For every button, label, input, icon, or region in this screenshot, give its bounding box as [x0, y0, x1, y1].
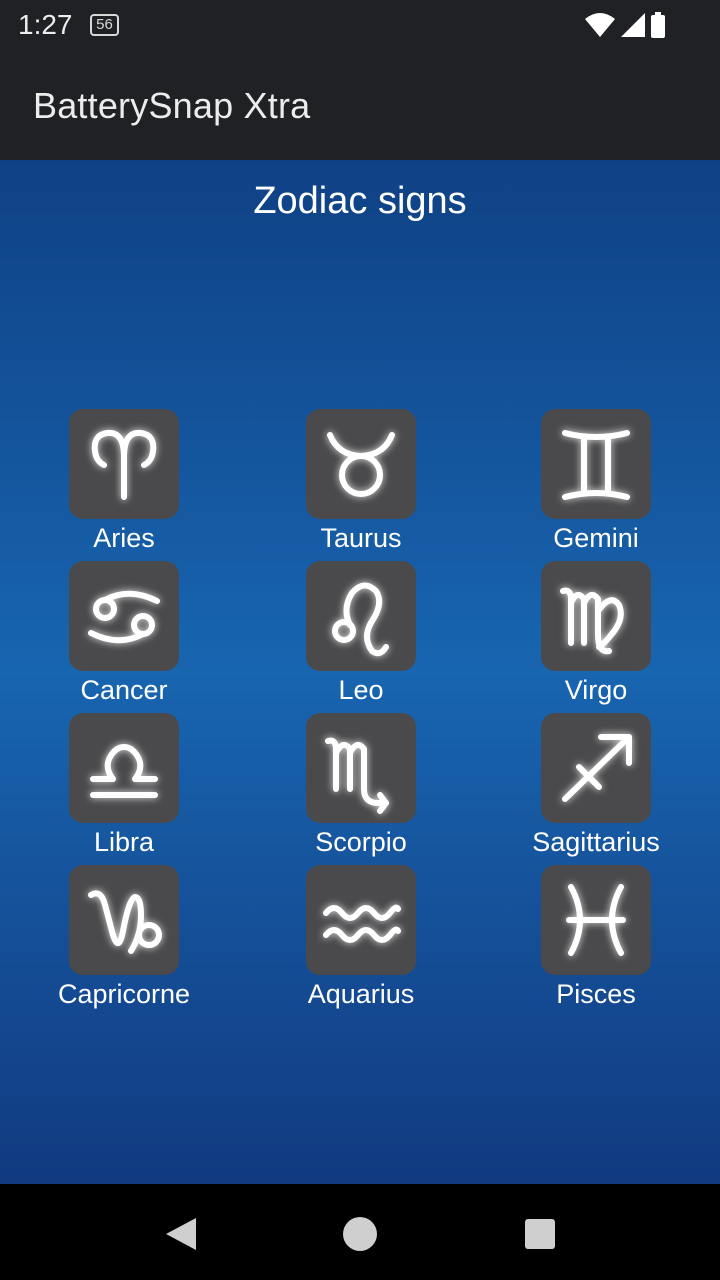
status-icons [584, 12, 666, 38]
sign-capricorn[interactable]: Capricorne [24, 865, 224, 1015]
taurus-icon [327, 432, 395, 497]
recents-icon[interactable] [520, 1214, 560, 1254]
sign-tile[interactable] [541, 865, 651, 975]
pisces-icon [566, 884, 626, 956]
status-bar: 1:27 56 [0, 0, 720, 52]
libra-icon [90, 744, 158, 798]
sign-label: Libra [93, 827, 155, 857]
sign-tile[interactable] [541, 713, 651, 823]
sign-label: Leo [338, 675, 384, 705]
capricorn-icon [88, 890, 162, 954]
system-nav-bar [0, 1184, 720, 1280]
main-content: Zodiac signs Aries Taurus Gemini Cancer … [0, 160, 720, 1184]
sign-tile[interactable] [69, 713, 179, 823]
gemini-icon [562, 430, 630, 500]
sign-cancer[interactable]: Cancer [24, 561, 224, 711]
sign-label: Cancer [80, 675, 168, 705]
sign-label: Aries [93, 523, 155, 553]
sign-tile[interactable] [69, 409, 179, 519]
sign-pisces[interactable]: Pisces [496, 865, 696, 1015]
aries-icon [91, 429, 157, 500]
sign-label: Sagittarius [532, 827, 660, 857]
sign-tile[interactable] [306, 409, 416, 519]
sign-aries[interactable]: Aries [24, 409, 224, 559]
aquarius-icon [323, 904, 401, 943]
sign-label: Aquarius [307, 979, 415, 1009]
notification-badge: 56 [90, 14, 119, 36]
sign-virgo[interactable]: Virgo [496, 561, 696, 711]
sign-tile[interactable] [541, 409, 651, 519]
sign-leo[interactable]: Leo [261, 561, 461, 711]
back-icon[interactable] [160, 1214, 200, 1254]
sign-tile[interactable] [69, 561, 179, 671]
sign-label: Capricorne [57, 979, 191, 1009]
sign-scorpio[interactable]: Scorpio [261, 713, 461, 863]
wifi-icon [585, 13, 615, 37]
sign-libra[interactable]: Libra [24, 713, 224, 863]
sign-tile[interactable] [541, 561, 651, 671]
leo-icon [332, 582, 389, 657]
sign-aquarius[interactable]: Aquarius [261, 865, 461, 1015]
page-title: Zodiac signs [253, 180, 467, 222]
sign-tile[interactable] [306, 865, 416, 975]
sign-tile[interactable] [69, 865, 179, 975]
sagittarius-icon [562, 734, 632, 802]
home-icon[interactable] [340, 1214, 380, 1254]
sign-label: Scorpio [315, 827, 407, 857]
sign-sagittarius[interactable]: Sagittarius [496, 713, 696, 863]
scorpio-icon [325, 737, 389, 814]
sign-label: Gemini [553, 523, 639, 553]
cancer-icon [88, 590, 160, 644]
sign-taurus[interactable]: Taurus [261, 409, 461, 559]
sign-gemini[interactable]: Gemini [496, 409, 696, 559]
status-time: 1:27 [18, 9, 73, 40]
sign-label: Taurus [320, 523, 402, 553]
sign-tile[interactable] [306, 561, 416, 671]
battery-icon [651, 12, 665, 38]
virgo-icon [560, 587, 624, 655]
sign-label: Virgo [564, 675, 628, 705]
app-title: BatterySnap Xtra [33, 85, 311, 126]
app-bar: BatterySnap Xtra [0, 52, 720, 160]
sign-tile[interactable] [306, 713, 416, 823]
signal-icon [621, 13, 645, 37]
sign-label: Pisces [556, 979, 636, 1009]
